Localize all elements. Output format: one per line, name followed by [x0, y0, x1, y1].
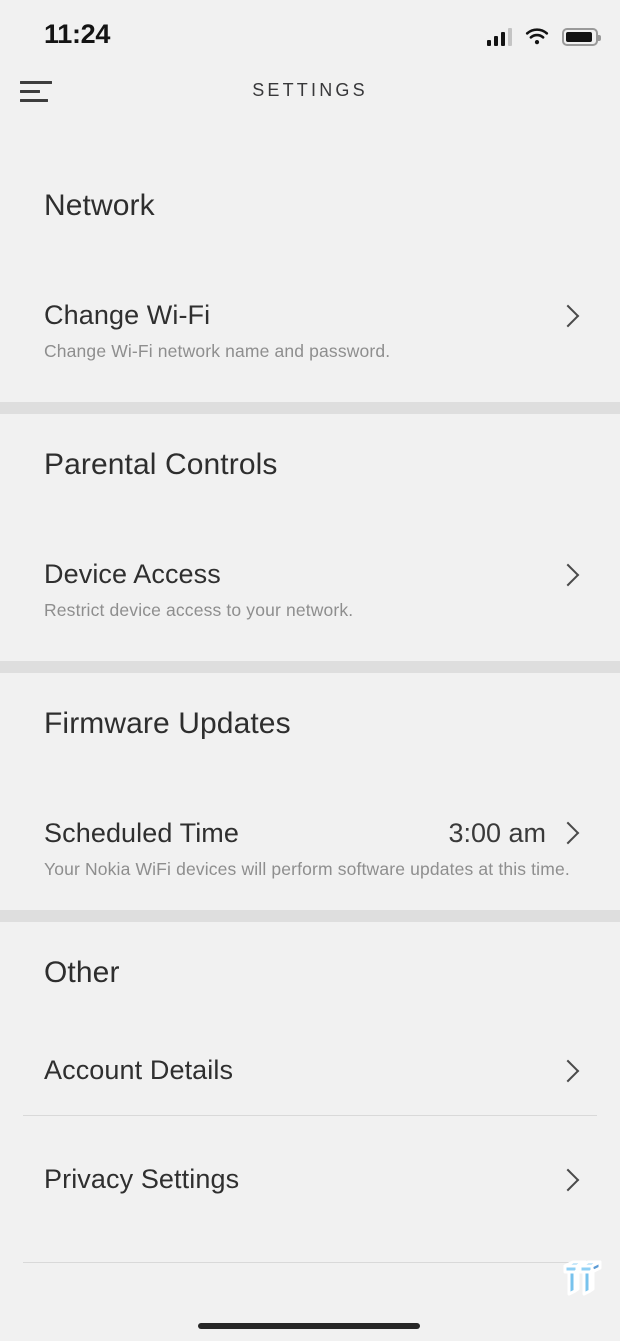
chevron-right-icon[interactable] — [556, 563, 580, 587]
settings-row-scheduled-time[interactable]: Scheduled Time 3:00 am Your Nokia WiFi d… — [0, 816, 620, 882]
tweaktown-tt-logo-watermark — [558, 1253, 608, 1303]
section-header: Network — [44, 189, 155, 222]
section-divider — [0, 402, 620, 414]
chevron-right-icon[interactable] — [556, 304, 580, 328]
phone-screen: 11:24 SETTINGS Network Change Wi-Fi Chan… — [0, 0, 620, 1341]
chevron-right-icon[interactable] — [556, 821, 580, 845]
section-header: Firmware Updates — [44, 707, 291, 740]
chevron-right-icon[interactable] — [556, 1059, 580, 1083]
row-accessory — [556, 563, 580, 587]
section-other: Other Account Details Privacy Settings — [0, 922, 620, 1263]
settings-list: Network Change Wi-Fi Change Wi-Fi networ… — [0, 120, 620, 1263]
section-firmware-updates: Firmware Updates Scheduled Time 3:00 am … — [0, 673, 620, 910]
section-header: Other — [44, 956, 120, 989]
battery-icon — [562, 28, 601, 46]
wifi-icon — [525, 28, 549, 46]
row-title: Device Access — [44, 559, 221, 589]
row-subtitle: Change Wi-Fi network name and password. — [44, 341, 391, 361]
page-title: SETTINGS — [252, 80, 368, 100]
nav-bar: SETTINGS — [0, 62, 620, 120]
chevron-right-icon[interactable] — [556, 1168, 580, 1192]
section-divider — [0, 910, 620, 922]
row-title: Account Details — [44, 1055, 234, 1085]
row-accessory — [556, 1059, 580, 1083]
row-subtitle: Your Nokia WiFi devices will perform sof… — [44, 859, 570, 879]
row-title: Change Wi-Fi — [44, 300, 211, 330]
signal-bars-icon — [486, 28, 512, 46]
settings-row-privacy-settings[interactable]: Privacy Settings — [0, 1162, 620, 1224]
section-divider — [0, 661, 620, 673]
home-indicator[interactable] — [198, 1323, 420, 1329]
row-accessory — [556, 1168, 580, 1192]
section-network: Network Change Wi-Fi Change Wi-Fi networ… — [0, 120, 620, 402]
row-accessory — [556, 304, 580, 328]
settings-row-change-wifi[interactable]: Change Wi-Fi Change Wi-Fi network name a… — [0, 298, 620, 364]
status-bar-clock: 11:24 — [44, 19, 111, 49]
row-separator — [23, 1115, 597, 1116]
section-header: Parental Controls — [44, 448, 278, 481]
status-bar: 11:24 — [0, 0, 620, 62]
row-subtitle: Restrict device access to your network. — [44, 600, 354, 620]
status-bar-icons — [486, 22, 601, 46]
settings-row-account-details[interactable]: Account Details — [0, 1053, 620, 1115]
row-value: 3:00 am — [448, 818, 546, 848]
section-parental-controls: Parental Controls Device Access Restrict… — [0, 414, 620, 661]
row-accessory: 3:00 am — [448, 816, 580, 850]
row-title: Scheduled Time — [44, 818, 240, 848]
row-separator — [23, 1262, 597, 1263]
settings-row-device-access[interactable]: Device Access Restrict device access to … — [0, 557, 620, 623]
row-title: Privacy Settings — [44, 1164, 240, 1194]
